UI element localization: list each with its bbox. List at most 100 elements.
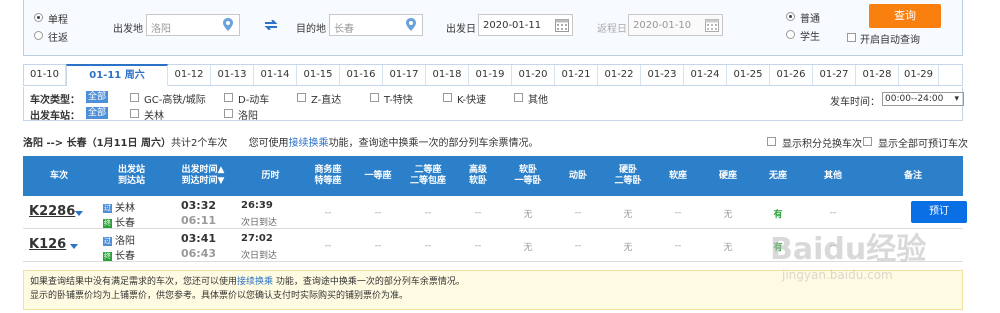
date-tab[interactable]: 01-16: [340, 65, 383, 85]
location-pin-icon[interactable]: [406, 18, 416, 31]
transfer-link[interactable]: 接续换乘: [289, 138, 329, 149]
seat-availability: 无: [523, 242, 533, 253]
column-header[interactable]: 无座: [753, 156, 803, 196]
date-tab[interactable]: 01-25: [727, 65, 770, 85]
date-tab[interactable]: 01-20: [512, 65, 555, 85]
train-type-checkbox[interactable]: [297, 93, 306, 102]
points-checkbox[interactable]: [767, 137, 776, 146]
date-tab[interactable]: 01-22: [598, 65, 641, 85]
baidu-watermark: Baidu经验 jingyan.baidu.com: [770, 210, 950, 290]
date-tab[interactable]: 01-24: [684, 65, 727, 85]
notice-transfer-link[interactable]: 接续换乘: [237, 277, 273, 287]
route-title: 洛阳 --> 长春（1月11日 周六）: [23, 138, 171, 149]
round-trip-radio[interactable]: [34, 31, 43, 40]
date-tab[interactable]: 01-21: [555, 65, 598, 85]
depart-time-select[interactable]: 00:00--24:00 ▾: [882, 92, 964, 106]
duration: 26:39: [241, 200, 273, 211]
train-number-link[interactable]: K126: [29, 237, 66, 252]
column-header[interactable]: 备注: [863, 156, 963, 196]
train-type-label: 车次类型：: [30, 95, 80, 106]
column-header[interactable]: 硬卧 二等卧: [603, 156, 653, 196]
seat-availability: 无: [723, 242, 733, 253]
column-header-label: 无座: [768, 170, 787, 181]
column-header-label: 硬座: [718, 170, 737, 181]
column-header[interactable]: 动卧: [553, 156, 603, 196]
round-trip-label: 往返: [48, 33, 68, 44]
passenger-normal-radio[interactable]: [786, 12, 795, 21]
column-header[interactable]: 二等座 二等包座: [403, 156, 453, 196]
date-tab[interactable]: 01-29: [899, 65, 939, 85]
train-type-checkbox[interactable]: [130, 93, 139, 102]
date-tab[interactable]: 01-27: [813, 65, 856, 85]
depart-time: 03:41: [181, 232, 217, 245]
date-tab[interactable]: 01-26: [770, 65, 813, 85]
date-tabs: 01-10 01-11 周六 01-12 01-13 01-14 01-15 01-16 01…: [23, 64, 963, 86]
calendar-icon[interactable]: [555, 18, 569, 32]
column-header[interactable]: 其他: [803, 156, 863, 196]
train-type-checkbox[interactable]: [224, 93, 233, 102]
seat-availability: --: [574, 208, 582, 218]
expand-arrow-icon[interactable]: [75, 211, 83, 216]
return-label: 返程日: [597, 24, 627, 35]
train-type-option: D-动车: [238, 95, 270, 106]
to-label: 目的地: [296, 24, 326, 35]
train-type-checkbox[interactable]: [443, 93, 452, 102]
one-way-radio[interactable]: [34, 13, 43, 22]
station-checkbox[interactable]: [224, 109, 233, 118]
date-tab[interactable]: 01-28: [856, 65, 899, 85]
seat-availability: 无: [623, 242, 633, 253]
date-tab[interactable]: 01-10: [24, 65, 66, 85]
depart-time-label: 发车时间：: [830, 97, 880, 108]
column-header-label: 历时: [261, 170, 280, 181]
seat-availability: --: [374, 208, 382, 218]
date-tab[interactable]: 01-11 周六: [66, 64, 168, 86]
calendar-icon[interactable]: [705, 18, 719, 32]
column-header[interactable]: 软座: [653, 156, 703, 196]
column-header[interactable]: 一等座: [353, 156, 403, 196]
train-type-option: Z-直达: [311, 95, 342, 106]
column-header[interactable]: 高级 软卧: [453, 156, 503, 196]
column-header[interactable]: 出发时间▲ 到达时间▼: [168, 156, 238, 196]
train-number-link[interactable]: K2286: [29, 204, 75, 219]
column-header[interactable]: 商务座 特等座: [303, 156, 353, 196]
date-tab[interactable]: 01-12: [168, 65, 211, 85]
train-type-option: T-特快: [384, 95, 413, 106]
column-header[interactable]: 历时: [238, 156, 303, 196]
train-type-option: 其他: [528, 95, 548, 106]
all-bookable-checkbox[interactable]: [863, 137, 872, 146]
column-header-label: 动卧: [568, 170, 587, 181]
seat-availability: --: [574, 241, 582, 251]
date-tab[interactable]: 01-18: [426, 65, 469, 85]
pass-station-badge: 过: [103, 203, 112, 213]
search-button[interactable]: 查询: [869, 4, 941, 28]
date-tab[interactable]: 01-17: [383, 65, 426, 85]
date-tab[interactable]: 01-15: [297, 65, 340, 85]
date-tab[interactable]: 01-19: [469, 65, 512, 85]
column-header[interactable]: 出发站 到达站: [95, 156, 168, 196]
date-tab[interactable]: 01-14: [254, 65, 297, 85]
station-checkbox[interactable]: [130, 109, 139, 118]
depart-station: 过洛阳: [103, 232, 135, 247]
passenger-normal-label: 普通: [800, 14, 820, 25]
table-header: 车次 出发站 到达站 出发时间▲ 到达时间▼ 历时 商务座 特等座 一等座 二等座 二等包座…: [23, 156, 963, 196]
column-header-label: 硬卧 二等卧: [614, 165, 642, 186]
train-type-all[interactable]: 全部: [86, 91, 109, 103]
train-type-checkbox[interactable]: [370, 93, 379, 102]
auto-query-checkbox[interactable]: [847, 33, 856, 42]
column-header[interactable]: 软卧 一等卧: [503, 156, 553, 196]
date-tab[interactable]: 01-23: [641, 65, 684, 85]
train-type-checkbox[interactable]: [514, 93, 523, 102]
location-pin-icon[interactable]: [223, 18, 233, 31]
station-label: 出发车站：: [30, 111, 80, 122]
filter-panel: 车次类型： 全部 GC-高铁/城际 D-动车 Z-直达 T-特快 K-快速 其他 出发车站…: [23, 87, 964, 122]
station-all[interactable]: 全部: [86, 107, 109, 119]
column-header[interactable]: 硬座: [703, 156, 753, 196]
expand-arrow-icon[interactable]: [70, 244, 78, 249]
date-tab[interactable]: 01-13: [211, 65, 254, 85]
column-header[interactable]: 车次: [23, 156, 95, 196]
arrive-day-note: 次日到达: [241, 251, 278, 261]
passenger-student-radio[interactable]: [786, 30, 795, 39]
duration: 27:02: [241, 233, 273, 244]
station-option: 关林: [144, 111, 164, 122]
swap-icon[interactable]: [264, 20, 278, 30]
